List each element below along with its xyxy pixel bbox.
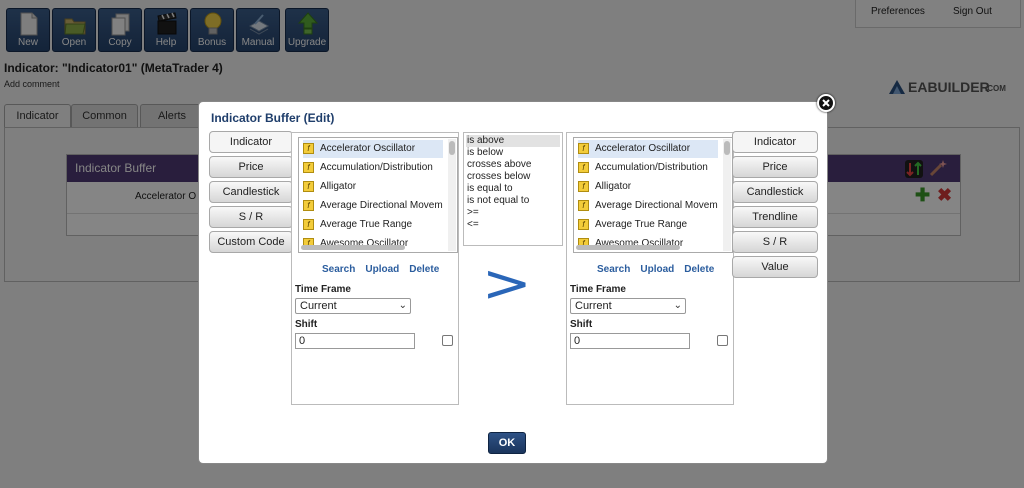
left-timeframe-select[interactable]: Current ⌄ bbox=[295, 298, 411, 314]
list-item[interactable]: f Average Directional Movement bbox=[303, 197, 443, 215]
shift-label: Shift bbox=[295, 319, 318, 330]
close-dialog-button[interactable] bbox=[817, 94, 835, 112]
operator-item[interactable]: crosses below bbox=[466, 171, 560, 183]
right-operand-panel: f Accelerator Oscillator f Accumulation/Di… bbox=[566, 132, 734, 405]
function-icon: f bbox=[578, 218, 589, 230]
ok-button[interactable]: OK bbox=[488, 432, 526, 454]
right-timeframe-select[interactable]: Current ⌄ bbox=[570, 298, 686, 314]
search-link[interactable]: Search bbox=[597, 264, 630, 275]
operator-list[interactable]: is above is below crosses above crosses … bbox=[463, 132, 563, 246]
function-icon: f bbox=[303, 142, 314, 154]
left-type-candlestick[interactable]: Candlestick bbox=[209, 181, 293, 203]
indicator-buffer-dialog: Indicator Buffer (Edit) Indicator Price … bbox=[198, 101, 828, 464]
list-item[interactable]: f Accumulation/Distribution bbox=[303, 159, 443, 177]
right-type-candlestick[interactable]: Candlestick bbox=[732, 181, 818, 203]
chevron-down-icon: ⌄ bbox=[673, 300, 682, 311]
left-operand-panel: f Accelerator Oscillator f Accumulation/Di… bbox=[291, 132, 459, 405]
operator-item[interactable]: is not equal to bbox=[466, 195, 560, 207]
right-shift-input[interactable]: 0 bbox=[570, 333, 690, 349]
left-type-sr[interactable]: S / R bbox=[209, 206, 293, 228]
selected-operator-symbol: > bbox=[481, 254, 532, 314]
dialog-title: Indicator Buffer (Edit) bbox=[211, 111, 335, 125]
function-icon: f bbox=[578, 161, 589, 173]
delete-link[interactable]: Delete bbox=[684, 264, 714, 275]
list-item[interactable]: f Average True Range bbox=[303, 216, 443, 234]
function-icon: f bbox=[578, 142, 589, 154]
right-list-links: Search Upload Delete bbox=[597, 264, 724, 275]
list-item[interactable]: f Alligator bbox=[578, 178, 718, 196]
right-indicator-list[interactable]: f Accelerator Oscillator f Accumulation/Di… bbox=[573, 137, 733, 253]
list-item[interactable]: f Alligator bbox=[303, 178, 443, 196]
upload-link[interactable]: Upload bbox=[365, 264, 399, 275]
function-icon: f bbox=[303, 218, 314, 230]
left-shift-checkbox[interactable] bbox=[442, 335, 453, 346]
right-type-trendline[interactable]: Trendline bbox=[732, 206, 818, 228]
upload-link[interactable]: Upload bbox=[640, 264, 674, 275]
list-horizontal-scrollbar[interactable] bbox=[576, 245, 680, 250]
search-link[interactable]: Search bbox=[322, 264, 355, 275]
right-type-price[interactable]: Price bbox=[732, 156, 818, 178]
left-shift-input[interactable]: 0 bbox=[295, 333, 415, 349]
timeframe-label: Time Frame bbox=[295, 284, 351, 295]
left-type-indicator[interactable]: Indicator bbox=[209, 131, 293, 153]
left-list-links: Search Upload Delete bbox=[322, 264, 449, 275]
function-icon: f bbox=[303, 199, 314, 211]
right-shift-checkbox[interactable] bbox=[717, 335, 728, 346]
function-icon: f bbox=[578, 199, 589, 211]
list-item[interactable]: f Average True Range bbox=[578, 216, 718, 234]
list-item[interactable]: f Average Directional Movement bbox=[578, 197, 718, 215]
close-icon bbox=[822, 99, 830, 107]
operator-item[interactable]: crosses above bbox=[466, 159, 560, 171]
chevron-down-icon: ⌄ bbox=[398, 300, 407, 311]
list-item[interactable]: f Accelerator Oscillator bbox=[303, 140, 443, 158]
operator-item[interactable]: <= bbox=[466, 219, 560, 231]
left-type-custom-code[interactable]: Custom Code bbox=[209, 231, 293, 253]
right-type-indicator[interactable]: Indicator bbox=[732, 131, 818, 153]
function-icon: f bbox=[303, 180, 314, 192]
list-horizontal-scrollbar[interactable] bbox=[301, 245, 405, 250]
list-item[interactable]: f Accelerator Oscillator bbox=[578, 140, 718, 158]
list-vertical-scrollbar[interactable] bbox=[448, 139, 456, 251]
operator-item[interactable]: >= bbox=[466, 207, 560, 219]
left-type-price[interactable]: Price bbox=[209, 156, 293, 178]
delete-link[interactable]: Delete bbox=[409, 264, 439, 275]
timeframe-label: Time Frame bbox=[570, 284, 626, 295]
right-type-value[interactable]: Value bbox=[732, 256, 818, 278]
list-item[interactable]: f Accumulation/Distribution bbox=[578, 159, 718, 177]
operator-item[interactable]: is above bbox=[466, 135, 560, 147]
function-icon: f bbox=[578, 180, 589, 192]
list-item[interactable]: f Awesome Oscillator bbox=[303, 235, 443, 252]
operator-item[interactable]: is below bbox=[466, 147, 560, 159]
list-vertical-scrollbar[interactable] bbox=[723, 139, 731, 251]
left-indicator-list[interactable]: f Accelerator Oscillator f Accumulation/Di… bbox=[298, 137, 458, 253]
operator-item[interactable]: is equal to bbox=[466, 183, 560, 195]
right-type-sr[interactable]: S / R bbox=[732, 231, 818, 253]
function-icon: f bbox=[303, 161, 314, 173]
list-item[interactable]: f Awesome Oscillator bbox=[578, 235, 718, 252]
shift-label: Shift bbox=[570, 319, 593, 330]
